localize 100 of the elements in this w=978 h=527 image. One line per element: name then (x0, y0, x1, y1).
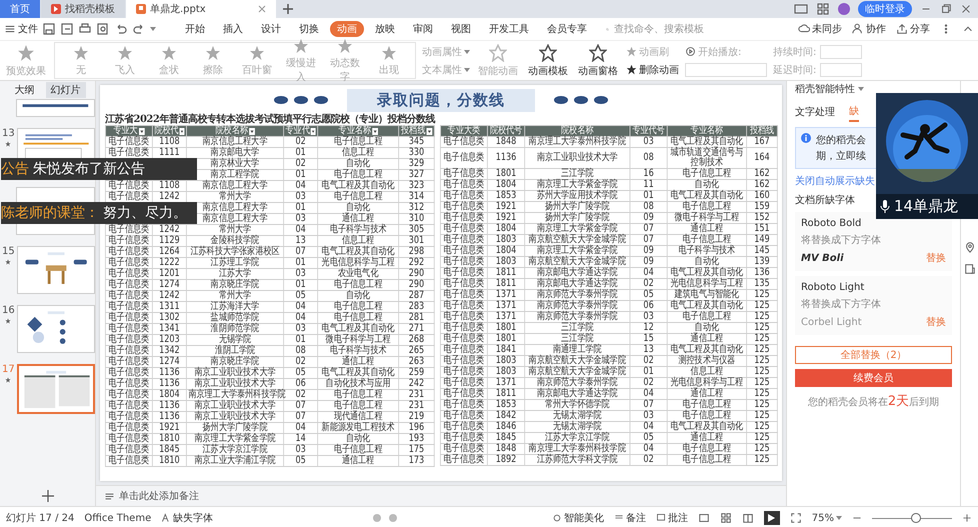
slide-thumbnail[interactable] (16, 364, 95, 414)
panel-tab[interactable]: 文字处理 (795, 102, 835, 122)
close-icon[interactable] (960, 3, 972, 15)
grid-view-icon[interactable] (720, 512, 732, 524)
reading-view-icon[interactable] (742, 512, 754, 524)
menu-tab[interactable]: 放映 (368, 21, 402, 37)
table-cell: 南京理工大学紫金学院 (524, 246, 630, 256)
table-cell: 南京邮电大学通达学院 (524, 388, 630, 400)
filter-icon[interactable] (138, 128, 144, 134)
menu-icon[interactable] (4, 23, 16, 35)
table-cell: 电子信息类 (105, 290, 152, 302)
preview-icon[interactable] (96, 22, 110, 36)
notes-placeholder[interactable]: 单击此处添加备注 (119, 489, 199, 503)
normal-view-icon[interactable] (698, 512, 710, 524)
table-title: 江苏省2022年普通高校专转本选拔考试预填平行志愿院校（专业）投档分数线 (105, 112, 435, 125)
table-cell: 电子信息类 (440, 190, 488, 202)
notes-icon[interactable] (104, 490, 115, 502)
table-cell: 微电子科学与工程 (667, 212, 747, 224)
microphone-icon[interactable] (880, 200, 890, 214)
table-cell: 03 (630, 312, 668, 322)
menu-tab[interactable]: 插入 (216, 21, 250, 37)
tool-button[interactable]: 动画模板 (526, 44, 570, 78)
nav-dot[interactable] (373, 514, 382, 522)
tab[interactable]: 首页 (0, 0, 40, 18)
renew-button[interactable]: 续费会员 (795, 369, 952, 387)
fit-icon[interactable] (790, 512, 802, 524)
slide-thumbnail[interactable] (16, 305, 95, 353)
table-cell: 125 (746, 356, 778, 366)
panel-tab[interactable]: 大纲 (10, 82, 40, 98)
table-cell: 电气工程及其自动化 (667, 422, 747, 432)
table-cell: 219 (398, 412, 434, 422)
time-field[interactable] (820, 44, 862, 58)
auto-show-link[interactable]: 关闭自动展示缺失 (795, 174, 875, 188)
filter-icon[interactable] (180, 128, 184, 134)
restore-icon[interactable] (940, 3, 952, 15)
table-cell: 南京航空航天大学金城学院 (524, 356, 630, 366)
menu-tab[interactable]: 设计 (254, 21, 288, 37)
star-icon (249, 44, 265, 60)
toolbar-button[interactable]: 协作 (852, 22, 886, 36)
table-cell: 02 (630, 378, 668, 388)
table-cell: 03 (630, 136, 668, 148)
filter-icon[interactable] (248, 128, 254, 134)
menu-tab[interactable]: 开发工具 (482, 21, 536, 37)
menu-tab[interactable]: 会员专享 (540, 21, 594, 37)
menu-tab[interactable]: 开始 (178, 21, 212, 37)
slide-thumbnail[interactable] (16, 99, 95, 117)
dots-drawing (273, 95, 329, 105)
filter-icon[interactable] (310, 128, 316, 134)
table-cell: 167 (746, 136, 778, 148)
tab[interactable]: 单鼎龙.pptx (126, 0, 276, 18)
table-cell: 02 (630, 454, 668, 466)
table-cell: 125 (746, 410, 778, 422)
cloud-icon[interactable] (798, 23, 810, 35)
save-icon[interactable] (42, 22, 56, 36)
add-tab-icon[interactable] (283, 4, 293, 14)
play-button[interactable] (764, 511, 780, 525)
share-icon[interactable] (896, 23, 908, 35)
tab[interactable]: 找稻壳模板 (41, 0, 125, 18)
toolbar-button[interactable]: 分享 (896, 22, 930, 36)
nav-dot[interactable] (389, 514, 398, 522)
zoom-level[interactable]: 75% (812, 512, 834, 524)
font-icon[interactable] (161, 513, 172, 523)
filter-icon[interactable] (426, 128, 432, 134)
panel-tab[interactable]: 幻灯片 (46, 82, 86, 98)
table-cell: 175 (398, 444, 434, 456)
table-cell: 03 (284, 214, 318, 224)
slide-thumbnail[interactable] (16, 246, 95, 294)
avatar[interactable] (838, 3, 850, 15)
close-icon[interactable] (258, 5, 266, 13)
table-cell: 01 (284, 258, 318, 268)
table-cell: 1848 (487, 444, 525, 454)
location-icon[interactable] (964, 241, 976, 253)
layout-icon[interactable] (794, 2, 808, 16)
person-icon[interactable] (852, 23, 864, 35)
comments-button[interactable]: 批注 (656, 511, 688, 525)
table-cell: 1371 (487, 300, 525, 312)
tool-button[interactable]: 删除动画 (626, 62, 679, 76)
table-cell: 159 (746, 202, 778, 212)
panel-title[interactable]: 稻壳智能特性 (795, 82, 855, 96)
tool-button[interactable]: 动画窗格 (576, 44, 620, 78)
table-cell: 电子信息工程 (318, 390, 399, 400)
menu-tab[interactable]: 审阅 (406, 21, 440, 37)
table-cell: 1803 (487, 356, 525, 366)
filter-icon[interactable] (372, 128, 378, 134)
table-cell: 310 (398, 214, 434, 224)
beautify-button[interactable]: 智能美化 (552, 511, 604, 525)
table-cell: 电子信息类 (440, 202, 488, 212)
start-dropdown[interactable] (685, 62, 767, 76)
toolbar-button[interactable]: 未同步 (798, 22, 842, 36)
zoom-in-icon[interactable] (962, 513, 972, 523)
notes-button[interactable]: 备注 (614, 511, 646, 525)
menu-tab[interactable]: 视图 (444, 21, 478, 37)
file-menu[interactable]: 文件 (4, 22, 38, 36)
menu-tab[interactable]: 切换 (292, 21, 326, 37)
grid-icon[interactable] (816, 2, 830, 16)
table-cell: 1804 (152, 390, 186, 400)
missing-fonts-button[interactable]: 缺失字体 (161, 511, 214, 525)
zoom-thumb[interactable] (911, 513, 921, 523)
login-button[interactable]: 临时登录 (858, 1, 912, 17)
time-field[interactable] (820, 62, 862, 76)
